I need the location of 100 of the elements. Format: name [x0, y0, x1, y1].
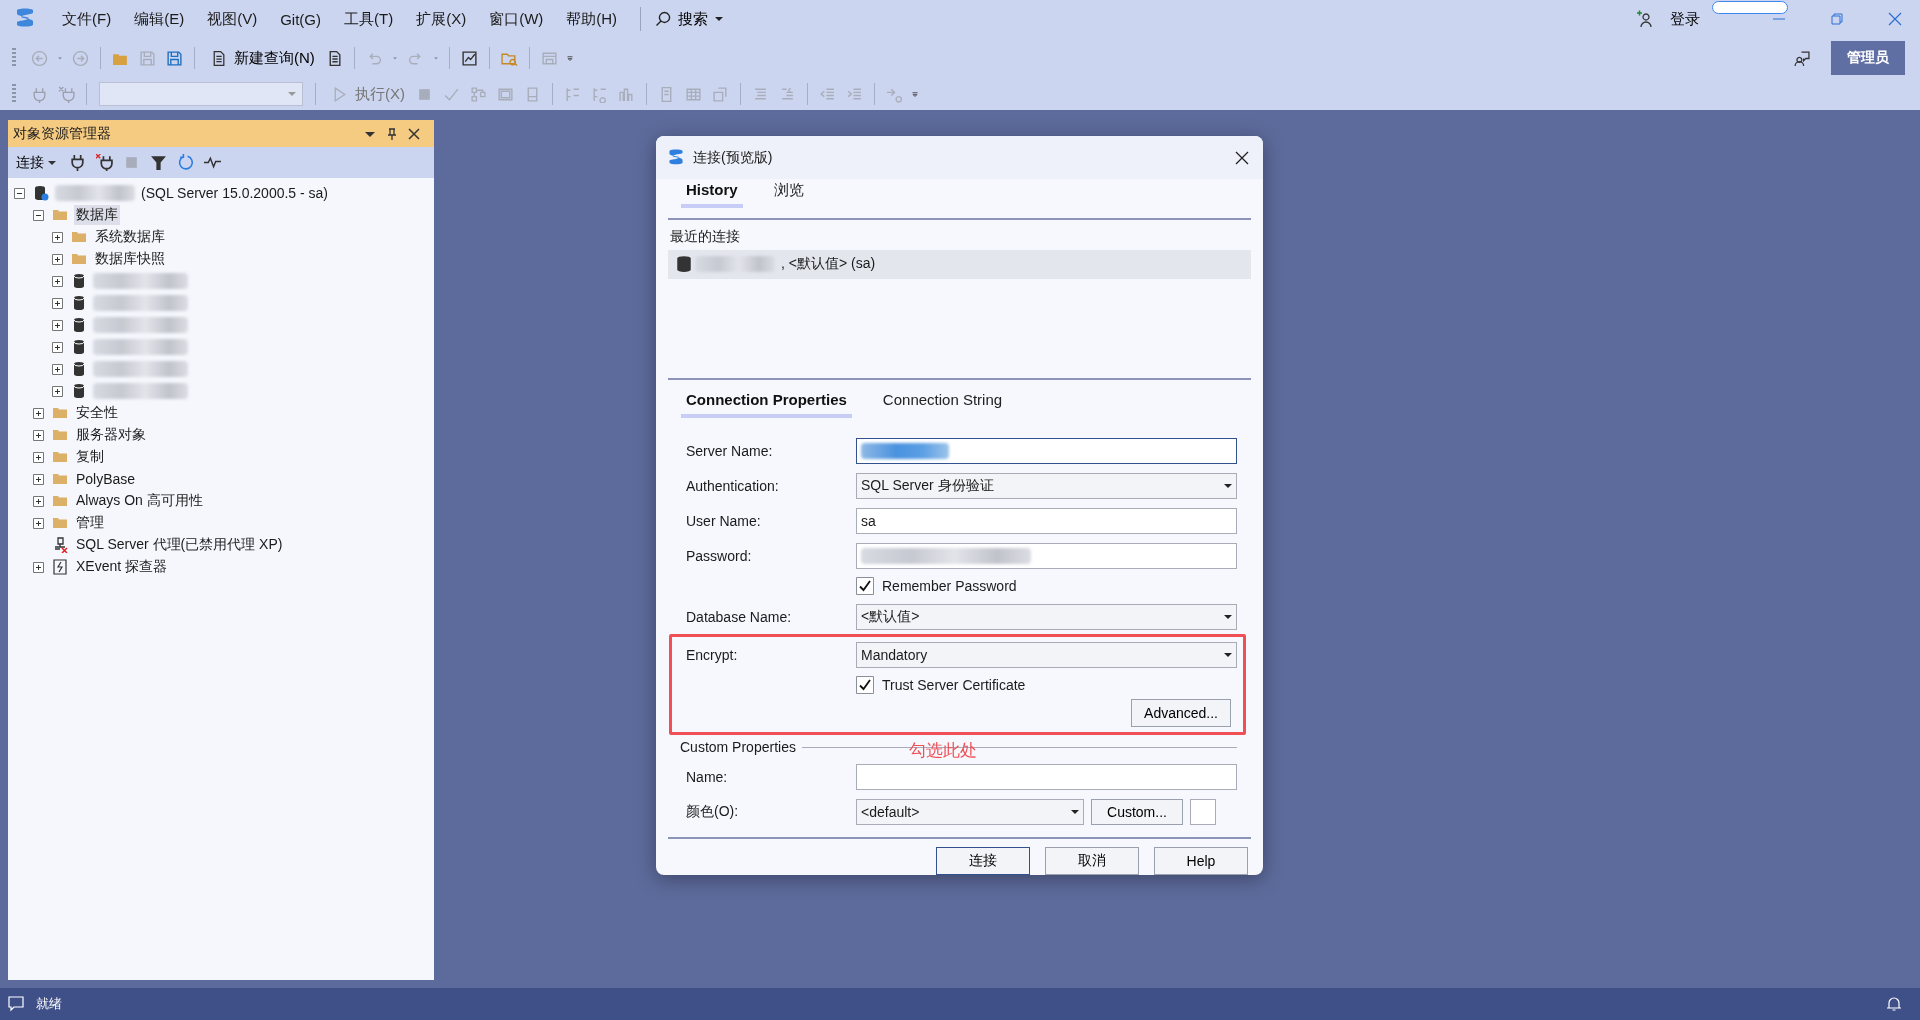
folder-icon	[71, 229, 87, 245]
dialog-title: 连接(预览版)	[693, 148, 773, 167]
document-icon	[52, 559, 68, 575]
input-field[interactable]	[856, 437, 1237, 464]
caret-icon	[1224, 481, 1232, 490]
new-query-button[interactable]: 新建查询(N)	[203, 48, 319, 68]
input-field[interactable]: sa	[856, 507, 1237, 534]
menu-item[interactable]: Git(G)	[280, 10, 321, 28]
dropdown-field[interactable]: Mandatory	[856, 641, 1237, 668]
expander-icon[interactable]	[33, 429, 44, 441]
save-all-icon[interactable]	[166, 49, 183, 67]
folder-icon	[52, 449, 68, 465]
expander-icon[interactable]	[33, 209, 44, 221]
database-icon	[71, 361, 87, 377]
restore-icon[interactable]	[1830, 12, 1844, 26]
tree-item[interactable]: XEvent 探查器	[74, 557, 170, 577]
expander-icon[interactable]	[52, 341, 63, 353]
section-heading: 最近的连接	[670, 227, 741, 246]
connect-button[interactable]: 连接	[16, 153, 56, 172]
close-icon[interactable]	[408, 127, 420, 140]
menu-item[interactable]: 窗口(W)	[489, 9, 544, 29]
field-label: Password:	[686, 547, 753, 564]
tree-item[interactable]: 数据库快照	[93, 249, 167, 269]
expander-icon[interactable]	[52, 231, 63, 243]
color-swatch[interactable]	[1190, 798, 1216, 825]
search-icon	[655, 11, 672, 27]
chart-icon[interactable]	[460, 49, 478, 67]
status-text: 就绪	[36, 995, 62, 1013]
tree-item[interactable]: 安全性	[74, 403, 120, 423]
tree-item[interactable]: 系统数据库	[93, 227, 167, 247]
activity-icon[interactable]	[204, 154, 221, 171]
pin-icon[interactable]	[386, 127, 398, 140]
bell-icon[interactable]	[1886, 996, 1902, 1012]
tab[interactable]: Connection String	[877, 389, 1008, 419]
chat-icon[interactable]	[8, 996, 24, 1012]
refresh-icon[interactable]	[177, 154, 194, 171]
database-icon	[71, 317, 87, 333]
expander-icon[interactable]	[33, 561, 44, 573]
menu-item[interactable]: 文件(F)	[62, 9, 112, 29]
tab[interactable]: History	[681, 179, 743, 209]
tab[interactable]: Connection Properties	[681, 389, 852, 419]
field-value: sa	[861, 512, 876, 529]
disconnect-icon[interactable]	[96, 154, 113, 171]
expander-icon[interactable]	[33, 517, 44, 529]
plug-icon[interactable]	[69, 154, 86, 171]
dropdown-field[interactable]: <default>	[856, 798, 1084, 825]
feedback-icon[interactable]	[1793, 49, 1810, 67]
database-icon	[71, 383, 87, 399]
dropdown-field[interactable]: <默认值>	[856, 603, 1237, 630]
checkbox[interactable]: Trust Server Certificate	[856, 676, 1026, 694]
expander-icon[interactable]	[33, 451, 44, 463]
search-button[interactable]: 搜索	[655, 9, 724, 29]
expander-icon[interactable]	[33, 495, 44, 507]
custom-button[interactable]: Custom...	[1091, 798, 1183, 825]
menu-item[interactable]: 视图(V)	[207, 9, 258, 29]
close-icon[interactable]	[1235, 150, 1249, 165]
login-button[interactable]: 登录	[1636, 9, 1700, 29]
field-label: 颜色(O):	[686, 802, 740, 821]
menu-item[interactable]: 帮助(H)	[566, 9, 618, 29]
expander-icon[interactable]	[33, 473, 44, 485]
tree-item[interactable]: (SQL Server 15.0.2000.5 - sa)	[139, 184, 331, 202]
menu-item[interactable]: 工具(T)	[344, 9, 394, 29]
caret-icon	[1071, 807, 1079, 816]
expander-icon[interactable]	[52, 363, 63, 375]
field-label: Encrypt:	[686, 646, 739, 663]
expander-icon[interactable]	[33, 407, 44, 419]
dialog-button[interactable]: 取消	[1045, 847, 1139, 875]
filter-icon[interactable]	[150, 154, 167, 171]
menu-item[interactable]: 扩展(X)	[416, 9, 467, 29]
tree-item[interactable]: 管理	[74, 513, 106, 533]
checkbox[interactable]: Remember Password	[856, 577, 1017, 595]
expander-icon[interactable]	[14, 187, 25, 199]
add-person-icon	[1636, 10, 1654, 28]
field-value: Mandatory	[861, 646, 928, 663]
tree-item[interactable]: 数据库	[74, 205, 120, 225]
folder-icon	[52, 471, 68, 487]
expander-icon[interactable]	[52, 385, 63, 397]
advanced-button[interactable]: Advanced...	[1131, 699, 1231, 727]
admin-button[interactable]: 管理员	[1831, 41, 1905, 75]
tree-item[interactable]: PolyBase	[74, 470, 138, 488]
expander-icon[interactable]	[52, 297, 63, 309]
expander-icon[interactable]	[52, 253, 63, 265]
expander-icon[interactable]	[52, 319, 63, 331]
expander-icon[interactable]	[52, 275, 63, 287]
tree-item[interactable]: 复制	[74, 447, 106, 467]
dialog-button[interactable]: Help	[1154, 847, 1248, 875]
folder-icon	[52, 427, 68, 443]
window-tab[interactable]	[1712, 1, 1788, 14]
menu-item[interactable]: 编辑(E)	[134, 9, 185, 29]
tree-item[interactable]: SQL Server 代理(已禁用代理 XP)	[74, 535, 285, 555]
tree-item[interactable]: Always On 高可用性	[74, 491, 205, 511]
dialog-button[interactable]: 连接	[936, 847, 1030, 875]
caret-icon	[1224, 612, 1232, 621]
field-label: User Name:	[686, 512, 762, 529]
recent-connection-item[interactable]: , <默认值> (sa)	[668, 249, 1251, 279]
tree-item[interactable]: 服务器对象	[74, 425, 148, 445]
tab[interactable]: 浏览	[768, 179, 809, 211]
input-field[interactable]	[856, 542, 1237, 569]
input-field[interactable]	[856, 763, 1237, 790]
dropdown-field[interactable]: SQL Server 身份验证	[856, 472, 1237, 499]
